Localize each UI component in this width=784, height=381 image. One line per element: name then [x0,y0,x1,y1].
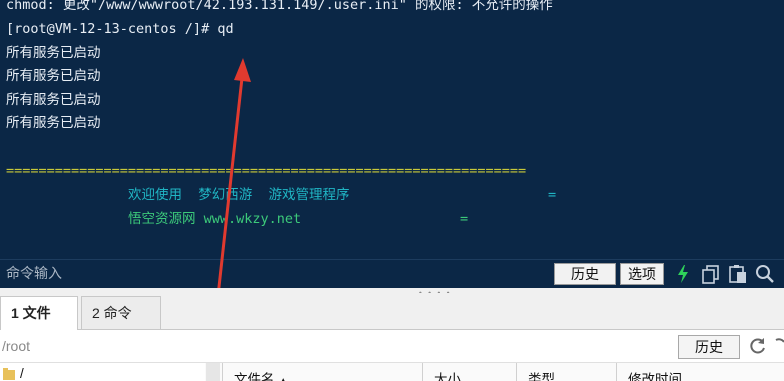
command-bar: 历史 选项 [0,259,784,288]
terminal-line: 所有服务已启动 [6,68,101,84]
column-divider [516,363,517,381]
terminal-line: [root@VM-12-13-centos /]# qd [6,21,234,37]
tree-root-label: / [20,366,24,381]
command-input[interactable] [2,262,550,284]
tab-bar: 1 文件 2 命令 [0,293,784,330]
banner-border: = [460,211,469,227]
terminal-line: 所有服务已启动 [6,45,101,61]
terminal-output[interactable]: chmod: 更改"/www/wwwroot/42.193.131.149/.u… [0,0,784,259]
column-divider [422,363,423,381]
more-icon[interactable] [772,336,784,356]
separator-line: ========================================… [6,163,527,179]
path-input[interactable] [0,335,664,357]
copy-icon[interactable] [700,263,722,285]
lightning-icon[interactable] [672,263,694,285]
banner-welcome: 欢迎使用 梦幻西游 游戏管理程序 [128,187,350,203]
sort-up-icon: ▲ [278,376,288,381]
terminal-line: 所有服务已启动 [6,115,101,131]
path-bar: 历史 [0,330,784,362]
column-divider [616,363,617,381]
path-history-button[interactable]: 历史 [678,335,740,359]
column-header-size[interactable]: 大小 [434,368,461,381]
column-header-type[interactable]: 类型 [528,368,555,381]
file-list-header: / 文件名 ▲ 大小 类型 修改时间 [0,362,784,381]
folder-icon [3,368,15,380]
column-header-name[interactable]: 文件名 ▲ [234,368,288,381]
banner-site: 悟空资源网 www.wkzy.net [128,211,302,227]
terminal-line: chmod: 更改"/www/wwwroot/42.193.131.149/.u… [6,0,553,13]
history-button[interactable]: 历史 [554,263,616,285]
app-window: chmod: 更改"/www/wwwroot/42.193.131.149/.u… [0,0,784,381]
tab-commands[interactable]: 2 命令 [81,296,161,329]
column-name-label: 文件名 [234,372,275,381]
column-divider [222,363,223,381]
tree-scrollbar[interactable] [206,363,220,381]
options-button[interactable]: 选项 [620,263,664,285]
paste-icon[interactable] [727,263,749,285]
column-header-modified[interactable]: 修改时间 [628,368,682,381]
search-icon[interactable] [754,263,776,285]
directory-tree[interactable]: / [0,363,205,381]
tab-files[interactable]: 1 文件 [0,296,78,330]
terminal-line: 所有服务已启动 [6,92,101,108]
refresh-icon[interactable] [748,336,768,356]
banner-border: = [548,187,557,203]
